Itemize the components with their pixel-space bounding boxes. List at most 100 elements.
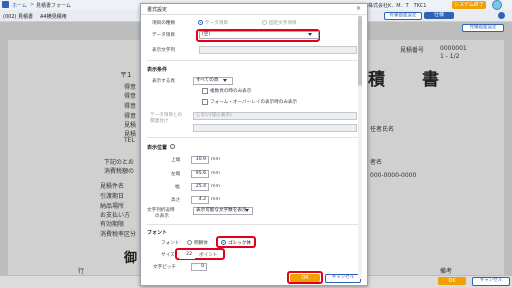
doc-line-7: TEL [124, 137, 135, 144]
data-item-chevron-down-icon[interactable] [308, 33, 312, 36]
left-input[interactable]: 95.6 [191, 170, 209, 178]
left-value: 95.6 [195, 171, 206, 176]
left-label: 左端 [171, 172, 181, 177]
multipage-checkbox-label: 複数頁の時のみ表示 [210, 89, 252, 94]
bottom-ok-button[interactable]: OK [438, 277, 466, 285]
overflow-label-line2: の表示 [155, 214, 169, 219]
position-help-icon[interactable] [170, 144, 175, 149]
form-code: (002) 見積書 [3, 14, 34, 20]
doc-right-info-1: 任者氏名 [370, 126, 395, 133]
overflow-chevron-down-icon[interactable] [245, 209, 249, 212]
estimate-number-label: 見積番号 [400, 47, 425, 54]
display-page-select[interactable]: すべての頁 [193, 77, 233, 85]
bottom-cancel-button[interactable]: キャンセル [472, 277, 510, 286]
item-type-data-radio[interactable] [198, 20, 203, 25]
top-unit: mm [211, 157, 220, 162]
toolbar-button-3[interactable]: 有書画面設定 [384, 12, 422, 20]
dialog-scrollbar-thumb[interactable] [358, 16, 362, 86]
item-type-data-label: データ項目 [205, 21, 228, 26]
width-value: 25.4 [195, 184, 206, 189]
display-text-label: 表示文字列 [152, 48, 175, 53]
height-unit: mm [211, 197, 220, 202]
doc-field-3: 納品場所 [100, 203, 125, 210]
item-type-label: 項目の種類 [152, 21, 175, 26]
display-page-label: 表示する頁 [152, 79, 175, 84]
related-label-line2: 関連付け [150, 119, 169, 124]
doc-field-1: 見積件名 [100, 183, 125, 190]
size-value: 22 [186, 252, 192, 257]
doc-line-4: 得意 [124, 113, 137, 120]
data-item-label: データ項目 [152, 33, 175, 38]
home-link[interactable]: ホーム [12, 2, 27, 9]
overflow-value: 表示可能な文字数を表示 [196, 208, 247, 213]
font-label: フォント [161, 241, 180, 246]
size-label: サイズ [161, 253, 175, 258]
left-unit: mm [211, 171, 220, 176]
doc-remarks-label: 備考 [440, 268, 453, 275]
display-condition-heading: 表示条件 [147, 67, 168, 73]
data-item-value: (空) [202, 32, 211, 37]
divider-2 [147, 137, 361, 138]
overlay-checkbox-label: フォーム・オーバーレイの表示時のみ表示 [210, 100, 298, 105]
top-value: 10.9 [195, 157, 206, 162]
size-input[interactable]: 22 [179, 251, 195, 259]
breadcrumb-current: 見積書フォーム [36, 3, 71, 9]
doc-recipient: 御 [124, 251, 138, 266]
display-page-value: すべての頁 [196, 78, 219, 83]
doc-field-2: 引渡期日 [100, 193, 125, 200]
pitch-label: 文字ピッチ [153, 265, 176, 270]
document-title: 積 書 [368, 70, 449, 90]
doc-line-3: 得意 [124, 103, 137, 110]
item-type-fixed-radio[interactable] [262, 20, 267, 25]
font-mincho-radio[interactable] [187, 240, 192, 245]
form-variant: A4横見積用 [40, 14, 67, 20]
dialog-close-icon[interactable]: × [356, 5, 361, 12]
top-label: 上端 [171, 158, 181, 163]
toolbar-button-4[interactable]: 仕様 [424, 12, 454, 19]
display-text-input[interactable] [199, 46, 357, 54]
dialog-title-bar [141, 4, 367, 15]
format-settings-dialog: 書式設定 × 項目の種類 データ項目 固定文字項目 データ項目 (空) 表示文字… [140, 3, 368, 286]
divider-3 [147, 224, 361, 225]
pitch-input[interactable]: 0 [191, 263, 207, 271]
multipage-checkbox[interactable] [202, 88, 208, 94]
breadcrumb-separator: > [30, 2, 35, 8]
dialog-ok-button[interactable]: OK [290, 274, 320, 282]
doc-note-1: 下記のとお [104, 159, 135, 166]
display-page-chevron-down-icon[interactable] [223, 79, 227, 82]
doc-field-6: 消費税率区分 [100, 231, 137, 238]
overflow-select[interactable]: 表示可能な文字数を表示 [193, 207, 253, 215]
estimate-number-value: 0000001 [440, 45, 467, 52]
doc-line-5: 見積 [124, 122, 137, 129]
help-icon[interactable] [498, 12, 505, 19]
postal-code: 〒1 [120, 71, 132, 79]
font-heading: フォント [147, 230, 168, 236]
height-input[interactable]: 4.2 [191, 196, 209, 204]
width-input[interactable]: 25.4 [191, 183, 209, 191]
doc-line-2: 得意 [124, 93, 137, 100]
related-value: しない(常に表示) [196, 113, 232, 118]
doc-line-1: 得意 [124, 84, 137, 91]
font-gothic-label: ゴシック体 [228, 241, 251, 246]
doc-row-label: 行 [78, 268, 85, 275]
related-sub-select[interactable] [193, 124, 357, 132]
font-mincho-label: 明朝体 [194, 241, 208, 246]
item-type-fixed-label: 固定文字項目 [269, 21, 297, 26]
dialog-cancel-button[interactable]: キャンセル [325, 274, 361, 283]
home-icon[interactable] [2, 1, 9, 8]
top-input[interactable]: 10.9 [191, 156, 209, 164]
divider-1 [147, 60, 361, 61]
font-gothic-radio[interactable] [221, 240, 226, 245]
user-avatar-icon[interactable] [492, 0, 502, 10]
page-number: 1 - 1/2 [440, 53, 460, 60]
doc-right-info-3: 000-0000-0000 [370, 172, 417, 179]
size-unit: ポイント [199, 253, 218, 258]
related-select[interactable]: しない(常に表示) [193, 112, 357, 120]
overlay-checkbox[interactable] [202, 99, 208, 105]
position-heading: 表示位置 [147, 145, 168, 151]
system-exit-button[interactable]: システム終了 [452, 1, 486, 9]
width-label: 幅 [175, 185, 180, 190]
data-item-select[interactable]: (空) [199, 31, 319, 39]
height-label: 高さ [171, 198, 181, 203]
pdf-settings-button[interactable]: 見積画面設定 [462, 24, 504, 32]
